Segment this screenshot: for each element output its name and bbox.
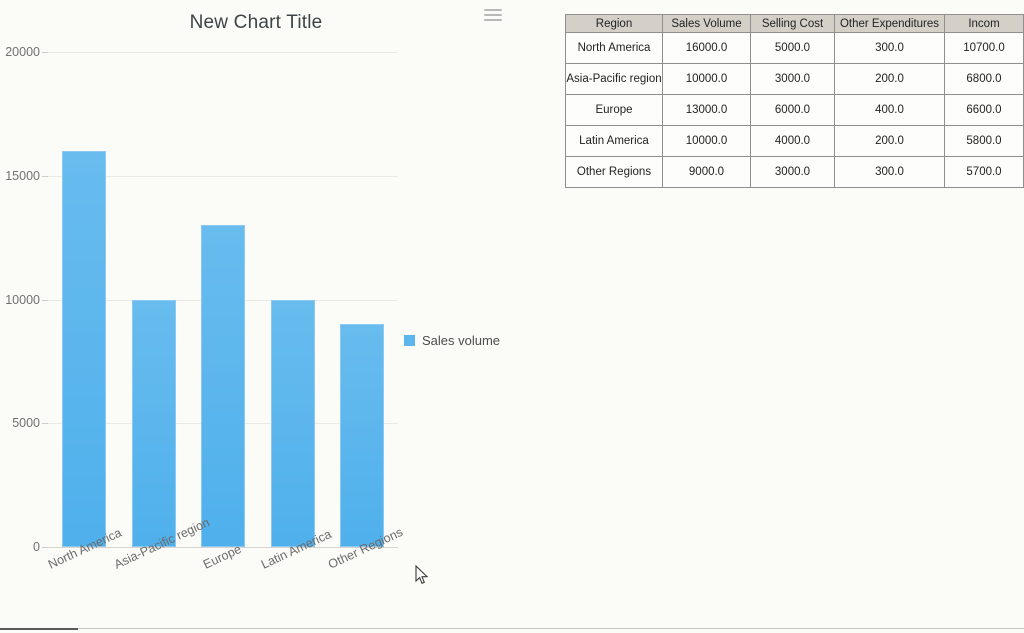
table-header-row: Region Sales Volume Selling Cost Other Expe… [565,14,1024,33]
table-row[interactable]: Asia-Pacific region 10000.0 3000.0 200.0 680… [565,63,1024,95]
table-cell[interactable]: 200.0 [834,63,945,95]
table-cell[interactable]: 3000.0 [750,63,835,95]
chart-plot-area: 0 5000 10000 15000 20000 North America Asia-Pa… [0,0,520,633]
legend-swatch-sales-volume [404,335,415,346]
chart-panel: New Chart Title 0 5000 10000 15000 20000 Nort… [0,0,520,633]
table-cell[interactable]: 300.0 [834,156,945,188]
y-axis-tick-label: 20000 [5,45,40,59]
bar-asia-pacific-region[interactable] [131,299,176,547]
bar-europe[interactable] [201,225,245,547]
table-cell[interactable]: Latin America [565,125,663,157]
bar-latin-america[interactable] [270,299,315,547]
y-axis-tick-label: 0 [33,540,40,554]
table-column-header[interactable]: Selling Cost [750,14,835,33]
table-column-header[interactable]: Incom [944,14,1024,33]
table-cell[interactable]: 10000.0 [662,125,751,157]
table-cell[interactable]: 300.0 [834,32,945,64]
legend-label-sales-volume: Sales volume [422,333,501,348]
bar-north-america[interactable] [62,151,106,547]
page-bottom-divider-accent [0,628,78,630]
chart-page: New Chart Title 0 5000 10000 15000 20000 Nort… [0,0,1024,633]
table-cell[interactable]: 16000.0 [662,32,751,64]
table-row[interactable]: North America 16000.0 5000.0 300.0 10700.0 [565,32,1024,64]
gridline-20000 [48,52,398,53]
table-body: North America 16000.0 5000.0 300.0 10700.0 As… [565,32,1024,188]
table-cell[interactable]: North America [565,32,663,64]
table-cell[interactable]: 400.0 [834,94,945,126]
table-cell[interactable]: Other Regions [565,156,663,188]
page-bottom-divider [0,628,1024,629]
y-tick-mark-10000 [42,299,48,301]
table-header: Region Sales Volume Selling Cost Other Expe… [565,14,1024,33]
y-tick-mark-15000 [42,175,48,177]
table-row[interactable]: Latin America 10000.0 4000.0 200.0 5800.0 [565,125,1024,157]
y-tick-mark-0 [42,547,48,548]
table-cell[interactable]: 6000.0 [750,94,835,126]
chart-legend[interactable]: Sales volume [404,333,500,348]
y-tick-mark-5000 [42,423,48,425]
table-cell[interactable]: 4000.0 [750,125,835,157]
table-cell[interactable]: 6600.0 [944,94,1024,126]
table-cell[interactable]: 10000.0 [662,63,751,95]
table-column-header[interactable]: Sales Volume [662,14,751,33]
table-cell[interactable]: 3000.0 [750,156,835,188]
table-cell[interactable]: Europe [565,94,663,126]
table-cell[interactable]: 10700.0 [944,32,1024,64]
table-cell[interactable]: Asia-Pacific region [565,63,663,95]
table-cell[interactable]: 5700.0 [944,156,1024,188]
table-cell[interactable]: 5800.0 [944,125,1024,157]
table-cell[interactable]: 9000.0 [662,156,751,188]
data-table-container: Region Sales Volume Selling Cost Other Expe… [565,14,1024,188]
data-table[interactable]: Region Sales Volume Selling Cost Other Expe… [565,14,1024,188]
table-row[interactable]: Europe 13000.0 6000.0 400.0 6600.0 [565,94,1024,126]
table-cell[interactable]: 6800.0 [944,63,1024,95]
table-column-header[interactable]: Other Expenditures [834,14,945,33]
y-axis-tick-label: 10000 [5,292,40,307]
table-cell[interactable]: 200.0 [834,125,945,157]
y-axis-tick-label: 5000 [12,416,40,431]
y-tick-mark-20000 [42,52,48,53]
bar-other-regions[interactable] [340,324,384,547]
y-axis-tick-label: 15000 [5,168,40,183]
table-column-header[interactable]: Region [565,14,663,33]
table-cell[interactable]: 5000.0 [750,32,835,64]
table-cell[interactable]: 13000.0 [662,94,751,126]
table-row[interactable]: Other Regions 9000.0 3000.0 300.0 5700.0 [565,156,1024,188]
